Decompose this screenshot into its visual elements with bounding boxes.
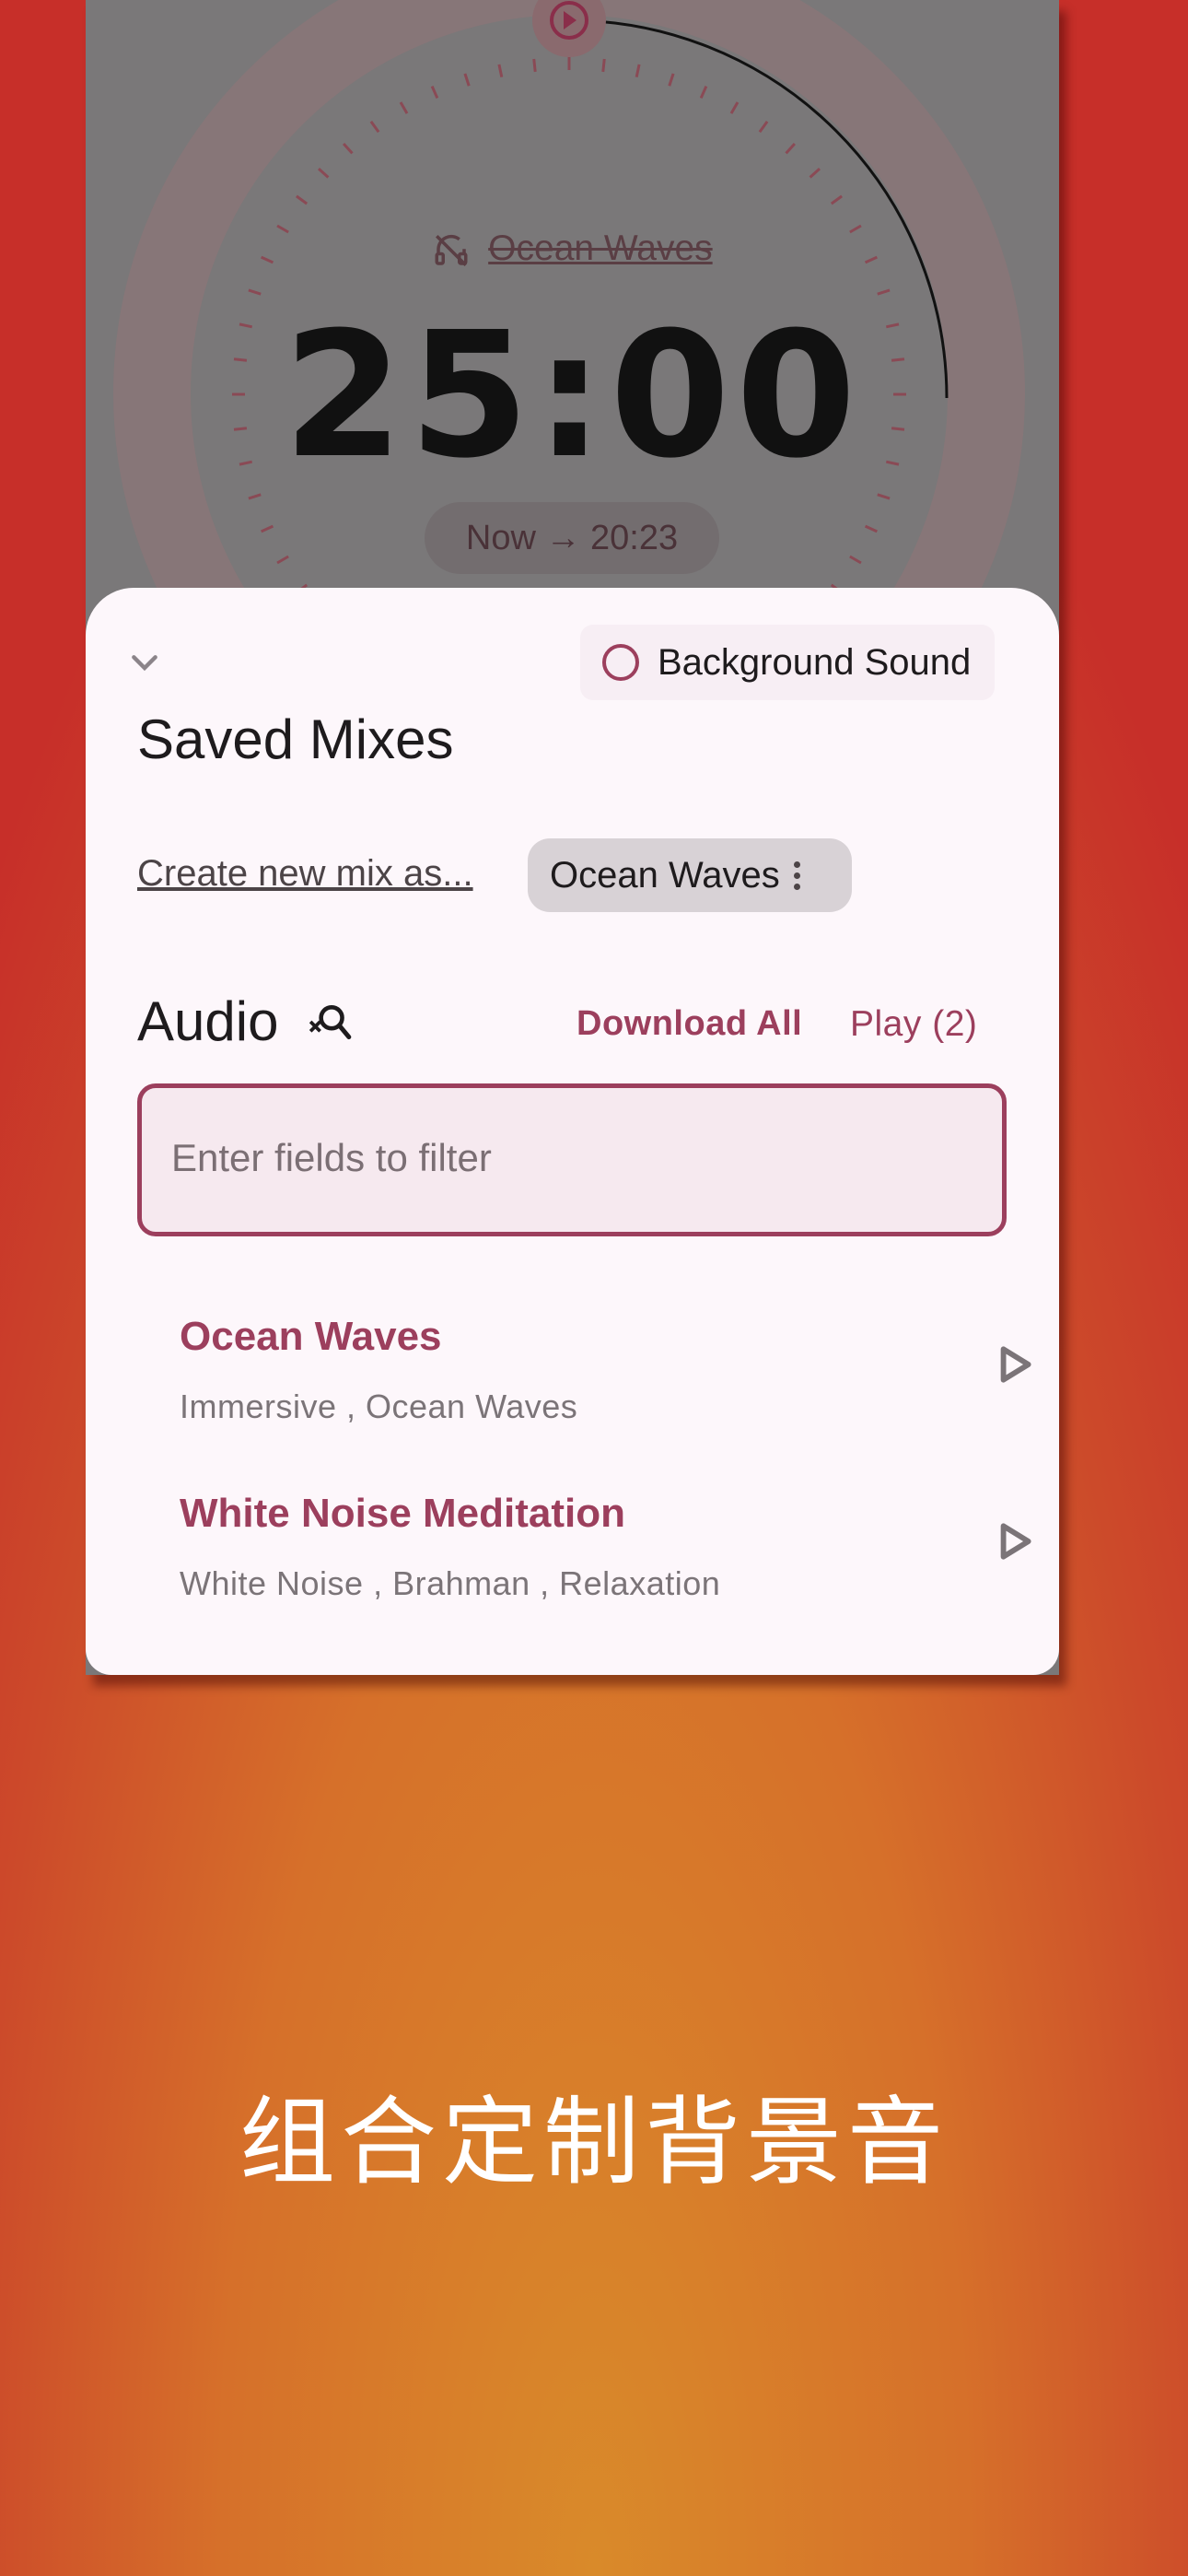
saved-mixes-heading: Saved Mixes	[137, 708, 454, 770]
app-screen: Ocean Waves 25:00 Now → 20:23 Background…	[86, 0, 1059, 1675]
more-vert-icon[interactable]	[793, 861, 802, 890]
track-tags: White Noise , Brahman , Relaxation	[180, 1564, 721, 1602]
background-sound-toggle[interactable]: Background Sound	[580, 625, 995, 700]
promo-caption: 组合定制背景音	[239, 2086, 949, 2198]
eta-time: 20:23	[590, 519, 679, 557]
create-mix-link[interactable]: Create new mix as...	[137, 853, 473, 895]
music-off-icon	[435, 234, 468, 266]
radio-unchecked-icon[interactable]	[602, 644, 639, 681]
filter-field[interactable]	[137, 1083, 1007, 1236]
filter-input[interactable]	[169, 1088, 984, 1228]
play-all-button[interactable]: Play (2)	[850, 1004, 977, 1045]
chevron-down-icon[interactable]	[126, 645, 163, 682]
track-item[interactable]: Ocean Waves Immersive , Ocean Waves	[180, 1314, 1031, 1461]
saved-mixes-sheet: Background Sound Saved Mixes Create new …	[86, 588, 1059, 1675]
track-title: Ocean Waves	[180, 1314, 442, 1359]
track-tags: Immersive , Ocean Waves	[180, 1388, 578, 1425]
timer-display: 25:00	[283, 295, 862, 497]
current-sound-title[interactable]: Ocean Waves	[86, 228, 1059, 270]
play-arrow-icon[interactable]	[990, 1341, 1036, 1388]
audio-heading: Audio	[137, 990, 279, 1052]
search-off-icon[interactable]	[307, 1001, 353, 1047]
arrow-right-icon: →	[545, 519, 581, 557]
eta-prefix: Now	[465, 519, 536, 557]
sound-title-text: Ocean Waves	[488, 228, 713, 268]
mix-chip[interactable]: Ocean Waves	[528, 838, 852, 912]
play-arrow-icon[interactable]	[990, 1518, 1036, 1564]
track-item[interactable]: White Noise Meditation White Noise , Bra…	[180, 1491, 1031, 1638]
mix-chip-label: Ocean Waves	[550, 854, 780, 896]
download-all-button[interactable]: Download All	[577, 1004, 802, 1044]
play-circle-icon[interactable]	[532, 0, 606, 57]
background-sound-label: Background Sound	[658, 641, 972, 683]
eta-badge: Now → 20:23	[425, 502, 719, 574]
track-title: White Noise Meditation	[180, 1491, 625, 1536]
